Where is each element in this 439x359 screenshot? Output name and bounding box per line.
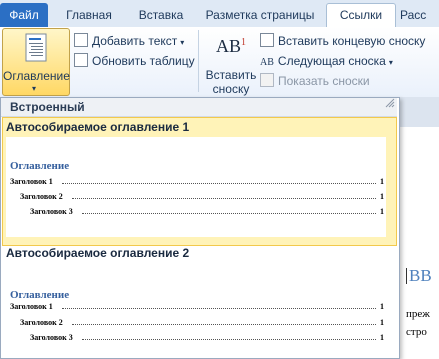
update-table-label: Обновить таблицу bbox=[92, 54, 195, 68]
gallery-item-title: Автособираемое оглавление 1 bbox=[6, 120, 190, 134]
document-text-line: стро bbox=[406, 326, 427, 338]
chevron-down-icon: ▾ bbox=[32, 84, 37, 93]
tab-file[interactable]: Файл bbox=[0, 3, 48, 27]
gallery-section-title: Встроенный bbox=[10, 100, 85, 114]
tab-references[interactable]: Ссылки bbox=[326, 3, 396, 28]
tab-mailings[interactable]: Расс bbox=[400, 4, 439, 27]
next-footnote-label: Следующая сноска bbox=[277, 54, 386, 68]
add-text-button[interactable]: Добавить текст ▾ bbox=[74, 32, 184, 50]
insert-footnote-label-2: сноску bbox=[212, 82, 250, 96]
resize-grip-icon[interactable] bbox=[384, 97, 396, 111]
next-footnote-icon: AB bbox=[260, 57, 274, 68]
show-notes-button[interactable]: Показать сноски bbox=[260, 72, 370, 90]
refresh-icon bbox=[74, 53, 88, 67]
toc-button-label: Оглавление bbox=[3, 69, 70, 83]
toc-preview-row: Заголовок 31 bbox=[30, 333, 384, 342]
text-cursor bbox=[406, 268, 407, 284]
toc-button[interactable]: Оглавление ▾ bbox=[2, 28, 70, 96]
document-text-line: преж bbox=[406, 308, 430, 320]
tab-page-layout[interactable]: Разметка страницы bbox=[200, 4, 320, 27]
ribbon-separator bbox=[198, 30, 199, 92]
document-toc-icon bbox=[25, 33, 47, 62]
gallery-section-header: Встроенный bbox=[1, 98, 397, 117]
toc-preview-heading: Оглавление bbox=[10, 289, 70, 301]
toc-preview-row: Заголовок 21 bbox=[20, 192, 384, 201]
toc-preview-heading: Оглавление bbox=[10, 160, 70, 172]
chevron-down-icon: ▾ bbox=[388, 58, 393, 67]
chevron-down-icon: ▾ bbox=[180, 38, 185, 47]
add-text-label: Добавить текст bbox=[92, 34, 178, 48]
add-text-icon bbox=[74, 33, 88, 47]
update-table-button[interactable]: Обновить таблицу bbox=[74, 52, 195, 70]
insert-endnote-button[interactable]: Вставить концевую сноску bbox=[260, 32, 425, 50]
toc-preview-row: Заголовок 21 bbox=[20, 318, 384, 327]
footnote-icon: AB1 bbox=[216, 36, 247, 56]
toc-preview-row: Заголовок 31 bbox=[30, 207, 384, 216]
next-footnote-button[interactable]: AB Следующая сноска ▾ bbox=[260, 52, 393, 70]
show-notes-label: Показать сноски bbox=[278, 74, 370, 88]
insert-endnote-label: Вставить концевую сноску bbox=[278, 34, 426, 48]
gallery-item-title: Автособираемое оглавление 2 bbox=[6, 246, 190, 260]
insert-footnote-button[interactable]: AB1 Вставить сноску bbox=[204, 30, 258, 96]
toc-preview-row: Заголовок 11 bbox=[10, 302, 384, 311]
insert-footnote-label-1: Вставить bbox=[205, 68, 257, 82]
tab-home[interactable]: Главная bbox=[58, 4, 120, 27]
tab-insert[interactable]: Вставка bbox=[130, 4, 192, 27]
endnote-icon bbox=[260, 33, 274, 47]
document-ruler bbox=[398, 97, 439, 127]
show-notes-icon bbox=[260, 73, 274, 87]
toc-preview-row: Заголовок 11 bbox=[10, 177, 384, 186]
document-heading: ВВ bbox=[409, 266, 432, 285]
